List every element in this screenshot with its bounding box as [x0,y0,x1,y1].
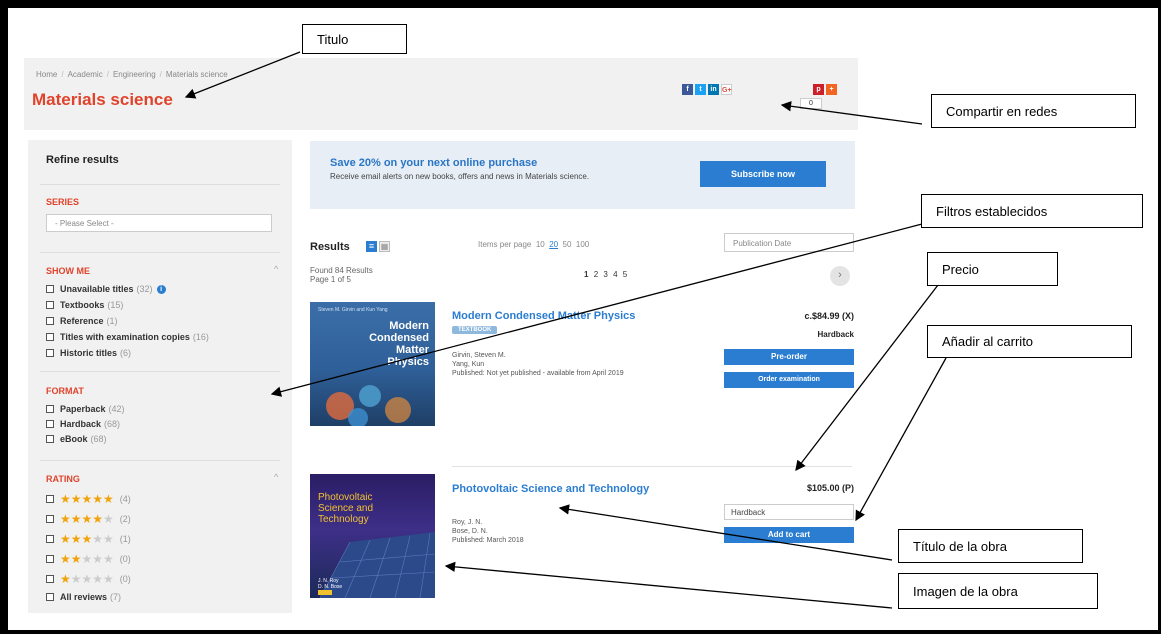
annotation-imagen-obra: Imagen de la obra [898,573,1098,609]
annotation-titulo-obra: Título de la obra [898,529,1083,563]
annotation-compartir: Compartir en redes [931,94,1136,128]
annotation-anadir: Añadir al carrito [927,325,1132,358]
annotation-titulo: Titulo [302,24,407,54]
annotation-precio: Precio [927,252,1058,286]
annotation-filtros: Filtros establecidos [921,194,1143,228]
